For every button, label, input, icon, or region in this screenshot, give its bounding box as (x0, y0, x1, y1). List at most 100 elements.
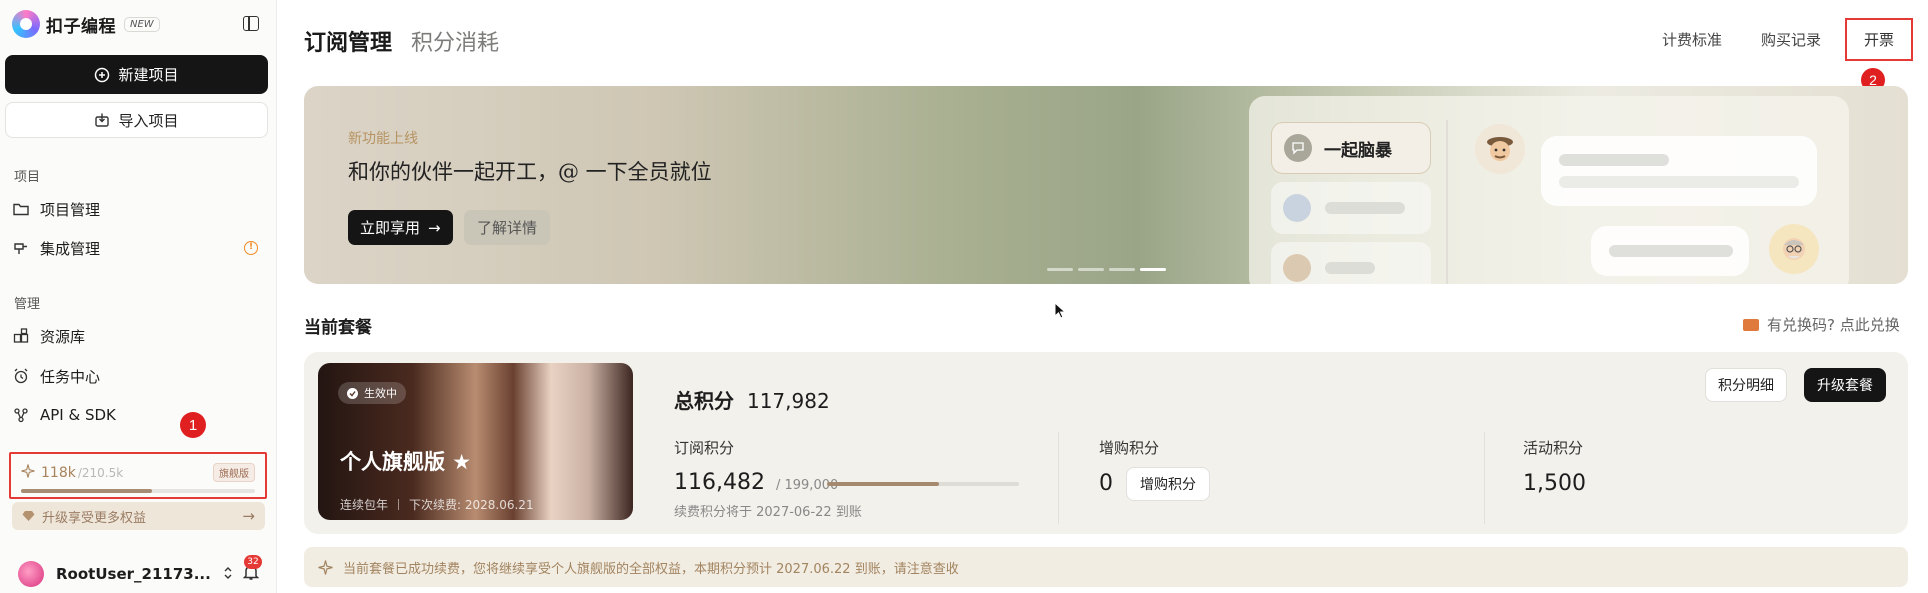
sparkle-icon (21, 463, 35, 482)
credits-widget[interactable]: 118k /210.5k 旗舰版 (9, 452, 267, 499)
credit-details-button[interactable]: 积分明细 (1705, 368, 1787, 402)
tab-subscription[interactable]: 订阅管理 (304, 25, 392, 57)
credits-progress-fill (21, 489, 153, 493)
sidebar-toggle-icon[interactable] (243, 16, 259, 31)
avatar (18, 561, 44, 587)
sidebar-item-label: 任务中心 (40, 367, 101, 386)
plan-hero-image: 生效中 个人旗舰版 ★ 连续包年 下次续费: 2028.06.21 (318, 363, 633, 520)
carousel-dot[interactable] (1078, 268, 1104, 271)
plug-icon (12, 239, 30, 257)
avatar-explorer-icon (1475, 124, 1525, 174)
carousel-dot[interactable] (1047, 268, 1073, 271)
current-plan-title: 当前套餐 (304, 318, 372, 338)
sidebar-item-projects[interactable]: 项目管理 (12, 193, 265, 225)
learn-more-button[interactable]: 了解详情 (464, 210, 551, 245)
chat-bubble-icon (1283, 194, 1311, 222)
new-project-button[interactable]: 新建项目 (5, 55, 268, 94)
user-menu[interactable]: RootUser_21173... 32 (18, 555, 268, 587)
renewal-notice: 当前套餐已成功续费，您将继续享受个人旗舰版的全部权益，本期积分预计 2027.0… (304, 547, 1908, 587)
subscription-progress-fill (827, 482, 940, 486)
renewal-notice-text: 当前套餐已成功续费，您将继续享受个人旗舰版的全部权益，本期积分预计 2027.0… (343, 561, 959, 577)
invoice-link[interactable]: 开票 (1845, 18, 1913, 61)
chevron-up-down-icon (223, 566, 233, 583)
redeem-code-label: 有兑换码? 点此兑换 (1767, 316, 1900, 334)
stat-divider (1484, 432, 1485, 524)
sidebar-item-api-sdk[interactable]: API & SDK (12, 399, 265, 431)
status-label: 生效中 (364, 387, 397, 400)
plan-name: 个人旗舰版 ★ (340, 450, 472, 474)
purchase-history-link[interactable]: 购买记录 (1761, 29, 1821, 50)
credits-total: /210.5k (77, 465, 124, 480)
section-label-project: 项目 (14, 170, 41, 185)
upgrade-benefits-label: 升级享受更多权益 (42, 510, 147, 526)
alarm-clock-icon (12, 367, 30, 385)
chat-bubble-icon (1284, 134, 1312, 162)
credit-details-label: 积分明细 (1718, 378, 1774, 394)
renewal-date: 下次续费: 2028.06.21 (409, 498, 534, 512)
plus-circle-icon (94, 67, 110, 83)
purchased-credits-label: 增购积分 (1099, 439, 1160, 457)
preview-divider (1446, 120, 1448, 284)
arrow-right-icon: → (428, 218, 441, 237)
sidebar-item-label: 集成管理 (40, 239, 101, 258)
preview-chip-label: 一起脑暴 (1324, 140, 1392, 161)
invoice-label: 开票 (1863, 31, 1894, 49)
app-logo-row: 扣子编程 NEW (12, 10, 265, 38)
upgrade-benefits-button[interactable]: 升级享受更多权益 → (12, 502, 265, 530)
import-project-label: 导入项目 (118, 111, 179, 130)
folder-icon (12, 200, 30, 218)
redeem-code-link[interactable]: 有兑换码? 点此兑换 (1743, 314, 1900, 335)
subscription-credits: 116,482 / 199,000 (674, 470, 838, 495)
api-nodes-icon (12, 406, 30, 424)
app-logo-icon (12, 10, 40, 38)
banner-subtitle: 新功能上线 (348, 131, 418, 147)
carousel-dot[interactable] (1109, 268, 1135, 271)
status-badge: 生效中 (338, 382, 406, 404)
billing-cycle: 连续包年 (340, 498, 389, 512)
ticket-icon (1743, 318, 1759, 331)
total-credits-label: 总积分 (674, 389, 734, 413)
sidebar: 扣子编程 NEW 新建项目 导入项目 项目 项目管理 集成管理 ! 管理 资源库 (0, 0, 277, 593)
activity-credits-label: 活动积分 (1523, 439, 1584, 457)
try-now-button[interactable]: 立即享用 → (348, 210, 453, 245)
subscription-credits-label: 订阅积分 (674, 439, 735, 457)
credits-used: 118k (41, 464, 76, 481)
diamond-icon (22, 510, 35, 522)
import-icon (94, 112, 110, 128)
sidebar-item-tasks[interactable]: 任务中心 (12, 360, 265, 392)
credits-progress-bar (21, 489, 255, 493)
upgrade-plan-label: 升级套餐 (1817, 378, 1873, 394)
preview-chip-brainstorm: 一起脑暴 (1271, 122, 1431, 174)
stat-divider (1058, 432, 1059, 524)
sidebar-item-library[interactable]: 资源库 (12, 320, 265, 352)
buy-credits-button[interactable]: 增购积分 (1126, 467, 1210, 501)
notification-count-badge: 32 (244, 555, 262, 569)
notification-bell-icon[interactable]: 32 (242, 555, 262, 581)
check-circle-icon (347, 387, 358, 399)
new-project-label: 新建项目 (118, 66, 179, 84)
preview-message-bubble (1541, 136, 1817, 206)
tab-credit-usage[interactable]: 积分消耗 (411, 25, 499, 57)
renewal-credits-note: 续费积分将于 2027-06-22 到账 (674, 505, 862, 520)
plan-meta: 连续包年 下次续费: 2028.06.21 (340, 496, 534, 513)
purchased-credits-value: 0 (1099, 471, 1113, 496)
warning-icon: ! (244, 241, 258, 255)
learn-more-label: 了解详情 (477, 219, 538, 237)
total-credits-value: 117,982 (746, 389, 830, 413)
preview-chip-placeholder (1271, 182, 1431, 234)
library-icon (12, 327, 30, 345)
preview-reply-bubble (1591, 226, 1749, 276)
activity-credits-value: 1,500 (1523, 471, 1586, 496)
section-label-manage: 管理 (14, 297, 41, 312)
arrow-right-icon: → (242, 507, 255, 525)
user-name: RootUser_21173... (56, 565, 211, 583)
promo-banner: 新功能上线 和你的伙伴一起开工，@ 一下全员就位 立即享用 → 了解详情 一起脑… (304, 86, 1908, 284)
buy-credits-label: 增购积分 (1140, 477, 1196, 493)
carousel-indicator (1047, 268, 1166, 271)
carousel-dot-active[interactable] (1140, 268, 1166, 271)
banner-title: 和你的伙伴一起开工，@ 一下全员就位 (348, 160, 712, 184)
import-project-button[interactable]: 导入项目 (5, 102, 268, 138)
pricing-link[interactable]: 计费标准 (1662, 29, 1722, 50)
upgrade-plan-button[interactable]: 升级套餐 (1804, 368, 1886, 402)
sidebar-item-integrations[interactable]: 集成管理 ! (12, 232, 265, 264)
